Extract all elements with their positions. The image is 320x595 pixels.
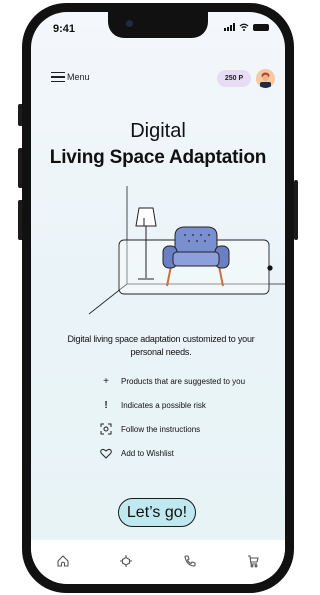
room-illustration bbox=[88, 186, 285, 315]
cart-icon bbox=[248, 555, 259, 568]
page-title-line2: Living Space Adaptation bbox=[49, 147, 267, 168]
page-title-line1: Digital bbox=[130, 120, 186, 142]
avatar[interactable] bbox=[256, 69, 275, 88]
battery-icon bbox=[253, 23, 269, 31]
menu-button[interactable]: Menu bbox=[51, 72, 90, 82]
user-avatar-icon bbox=[256, 69, 275, 88]
feature-label: Products that are suggested to you bbox=[121, 376, 246, 386]
feature-label: Follow the instructions bbox=[121, 424, 201, 434]
feature-item: Follow the instructions bbox=[100, 423, 245, 435]
lets-go-button[interactable]: Let’s go! bbox=[118, 498, 196, 527]
hamburger-icon bbox=[51, 72, 65, 82]
wifi-icon bbox=[239, 23, 249, 31]
status-time: 9:41 bbox=[53, 23, 76, 35]
scan-icon bbox=[100, 423, 112, 435]
feature-label: Indicates a possible risk bbox=[121, 400, 206, 410]
camera-icon bbox=[126, 20, 133, 27]
feature-item: + Products that are suggested to you bbox=[100, 375, 245, 387]
tab-cart[interactable] bbox=[243, 553, 263, 569]
exclamation-icon: ! bbox=[104, 399, 108, 411]
menu-label: Menu bbox=[67, 72, 90, 82]
ar-cube-icon bbox=[120, 555, 133, 567]
tab-home[interactable] bbox=[53, 553, 73, 569]
signal-icon bbox=[224, 23, 235, 31]
notch bbox=[108, 12, 208, 38]
power-button bbox=[294, 180, 298, 240]
feature-item: ! Indicates a possible risk bbox=[100, 399, 245, 411]
tab-ar[interactable] bbox=[116, 553, 136, 569]
points-badge[interactable]: 250 P bbox=[217, 70, 251, 87]
tab-contact[interactable] bbox=[180, 553, 200, 569]
feature-item: Add to Wishlist bbox=[100, 447, 245, 459]
top-bar: Menu 250 P bbox=[51, 69, 275, 90]
feature-label: Add to Wishlist bbox=[121, 448, 174, 458]
app-screen: 9:41 Menu 250 P Digital Living Space Ada… bbox=[31, 12, 285, 584]
home-icon bbox=[57, 555, 69, 567]
system-icons bbox=[224, 23, 269, 31]
bottom-tab-bar bbox=[31, 540, 285, 584]
phone-icon bbox=[184, 555, 196, 567]
feature-list: + Products that are suggested to you ! I… bbox=[100, 375, 245, 471]
description-text: Digital living space adaptation customiz… bbox=[67, 334, 255, 357]
heart-icon bbox=[100, 447, 112, 459]
ar-frame-dot bbox=[267, 265, 273, 271]
phone-frame: 9:41 Menu 250 P Digital Living Space Ada… bbox=[22, 3, 294, 593]
plus-icon: + bbox=[103, 375, 109, 387]
